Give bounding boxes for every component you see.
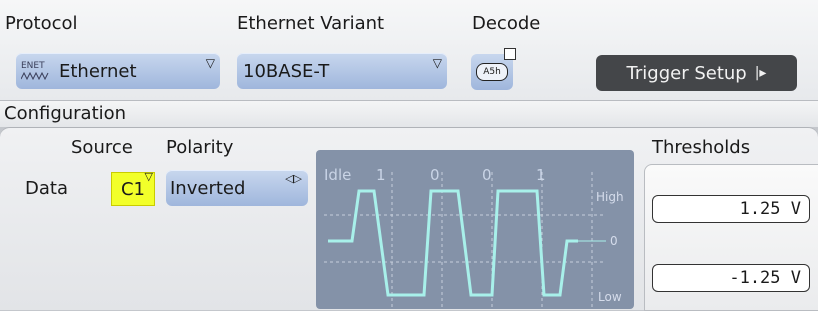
trigger-setup-button[interactable]: Trigger Setup |▸ bbox=[596, 55, 797, 91]
dropdown-arrow-icon: ▽ bbox=[144, 170, 153, 183]
ethernet-icon: ENET bbox=[21, 58, 51, 84]
bit-label: 1 bbox=[536, 166, 546, 184]
dropdown-arrow-icon: ▽ bbox=[205, 56, 215, 70]
toggle-arrows-icon: ◁▷ bbox=[285, 172, 302, 185]
protocol-value: Ethernet bbox=[59, 60, 137, 82]
bit-label: 0 bbox=[430, 166, 440, 184]
ethernet-variant-dropdown[interactable]: 10BASE-T ▽ bbox=[237, 53, 447, 89]
bit-label: 1 bbox=[376, 166, 386, 184]
threshold-high-input[interactable]: 1.25 V bbox=[652, 195, 810, 223]
protocol-label: Protocol bbox=[5, 13, 78, 34]
dropdown-arrow-icon: ▽ bbox=[432, 56, 442, 70]
source-header: Source bbox=[71, 137, 133, 158]
bit-label-idle: Idle bbox=[324, 166, 352, 184]
decode-label: Decode bbox=[472, 13, 541, 34]
decode-checkbox-icon bbox=[504, 48, 516, 60]
signal-diagram: Idle 1 0 0 1 High 0 Low bbox=[316, 150, 634, 309]
bit-label: 0 bbox=[482, 166, 492, 184]
trigger-setup-label: Trigger Setup bbox=[626, 62, 747, 84]
level-low-label: Low bbox=[598, 290, 622, 304]
configuration-title: Configuration bbox=[4, 103, 127, 124]
protocol-dropdown[interactable]: ENET Ethernet ▽ bbox=[16, 53, 220, 89]
ethernet-variant-value: 10BASE-T bbox=[243, 60, 330, 82]
source-channel-selector[interactable]: C1 ▽ bbox=[111, 170, 155, 206]
data-row-label: Data bbox=[25, 178, 68, 199]
level-high-label: High bbox=[596, 190, 624, 204]
polarity-header: Polarity bbox=[166, 137, 234, 158]
play-arrow-icon: |▸ bbox=[754, 65, 767, 81]
decode-button[interactable]: A5h bbox=[471, 48, 516, 90]
level-zero-label: 0 bbox=[610, 234, 618, 248]
thresholds-header: Thresholds bbox=[652, 137, 751, 158]
hex-decode-icon: A5h bbox=[476, 63, 508, 81]
source-value: C1 bbox=[120, 178, 146, 200]
polarity-dropdown[interactable]: Inverted ◁▷ bbox=[166, 170, 308, 206]
threshold-low-input[interactable]: -1.25 V bbox=[652, 264, 810, 292]
ethernet-variant-label: Ethernet Variant bbox=[237, 13, 385, 34]
polarity-value: Inverted bbox=[170, 177, 246, 199]
bit-labels: Idle 1 0 0 1 bbox=[316, 166, 634, 184]
